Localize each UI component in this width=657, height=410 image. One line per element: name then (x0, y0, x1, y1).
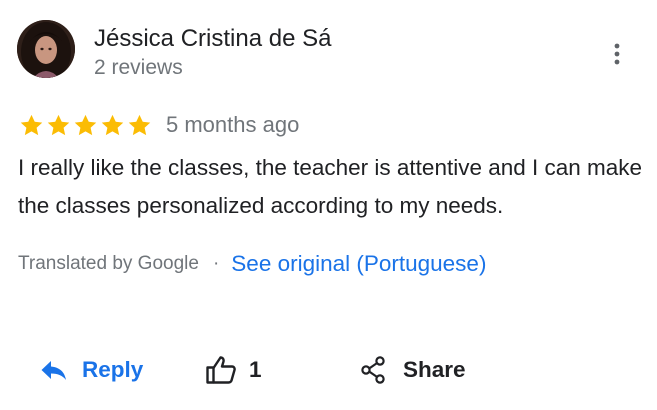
see-original-link[interactable]: See original (Portuguese) (231, 251, 486, 277)
reply-label: Reply (82, 357, 144, 382)
share-icon (360, 356, 386, 384)
star-rating (19, 113, 152, 138)
translated-by-label: Translated by Google (18, 253, 199, 274)
review-actions: Reply 1 Share (0, 350, 657, 390)
author-review-count: 2 reviews (94, 56, 183, 79)
more-options-button[interactable] (603, 38, 631, 70)
reply-button[interactable]: Reply (40, 350, 143, 390)
like-button[interactable]: 1 (205, 350, 262, 390)
share-label: Share (403, 357, 466, 382)
review-date: 5 months ago (166, 112, 300, 137)
avatar-photo (17, 20, 75, 78)
more-vert-icon (614, 43, 620, 65)
share-button[interactable]: Share (360, 350, 466, 390)
star-icon (128, 114, 151, 135)
star-icon (47, 114, 70, 135)
reply-icon (40, 359, 68, 381)
rating-row: 5 months ago (19, 110, 299, 140)
star-icon (20, 114, 43, 135)
star-icon (101, 114, 124, 135)
star-icon (74, 114, 97, 135)
avatar[interactable] (17, 20, 75, 78)
review-text: I really like the classes, the teacher i… (18, 155, 643, 218)
separator-dot: · (212, 253, 220, 274)
like-count: 1 (249, 357, 262, 382)
author-name[interactable]: Jéssica Cristina de Sá (94, 24, 331, 54)
thumbs-up-icon (205, 355, 237, 385)
translation-row: Translated by Google · See original (Por… (18, 248, 486, 280)
